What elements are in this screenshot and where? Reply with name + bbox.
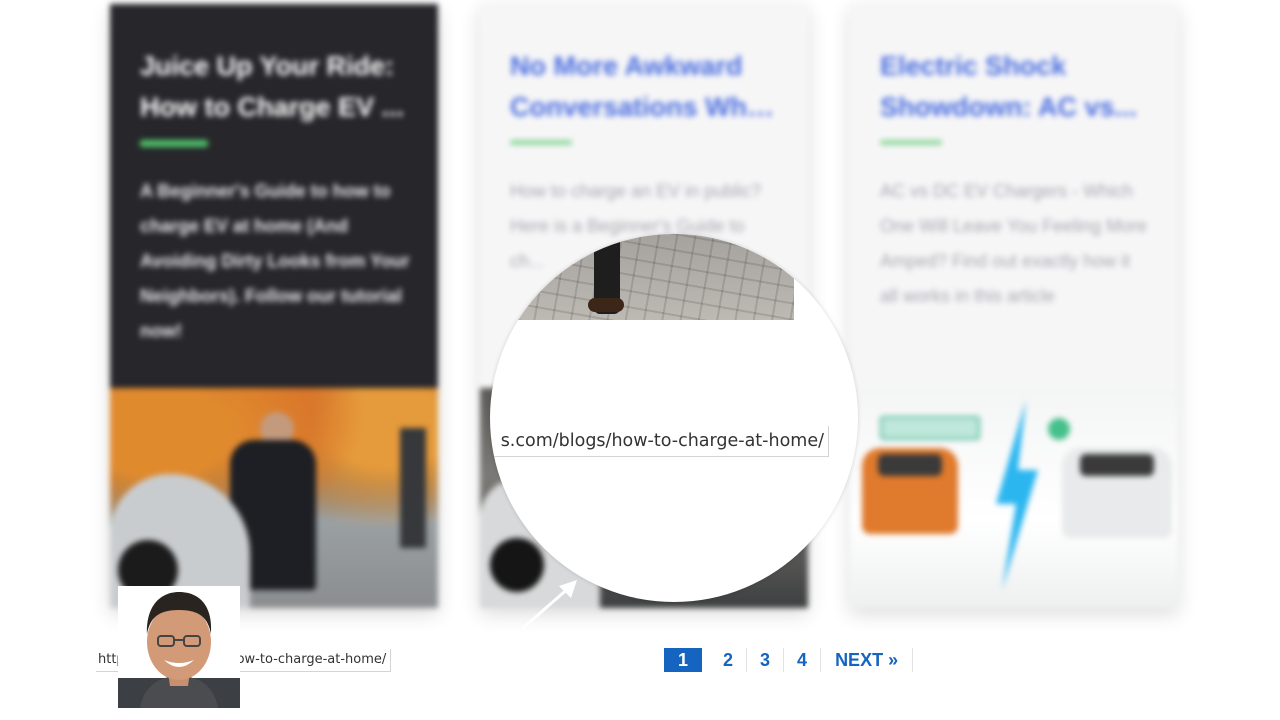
card-title-line-2: Showdown: AC vs...: [880, 92, 1138, 122]
card-title[interactable]: No More Awkward Conversations Whil...: [510, 46, 780, 128]
card-title-line-1: Juice Up Your Ride:: [140, 51, 395, 81]
page-link-1[interactable]: 1: [664, 648, 703, 672]
card-title-line-1: Electric Shock: [880, 51, 1067, 81]
zoom-magnifier-lens: s.com/blogs/how-to-charge-at-home/: [490, 234, 858, 602]
card-title-line-2: How to Charge EV ...: [140, 92, 405, 122]
charger-post-shape: [400, 428, 426, 548]
presenter-portrait: [118, 592, 240, 708]
screen: Juice Up Your Ride: How to Charge EV ...…: [0, 0, 1280, 720]
blog-card-ac-vs-dc[interactable]: Electric Shock Showdown: AC vs... AC vs …: [850, 4, 1178, 608]
magnified-pavement-photo: [512, 234, 794, 320]
card-title[interactable]: Electric Shock Showdown: AC vs...: [880, 46, 1150, 128]
page-link-4[interactable]: 4: [784, 648, 822, 672]
pagination: 1 2 3 4 NEXT »: [664, 648, 914, 672]
card-thumbnail-ac-dc-illustration[interactable]: [850, 388, 1178, 608]
title-accent-bar: [510, 140, 572, 145]
magnified-shoe-shape: [588, 298, 624, 312]
blog-card-ev-home[interactable]: Juice Up Your Ride: How to Charge EV ...…: [110, 4, 438, 608]
card-title-line-2: Conversations Whil...: [510, 92, 780, 122]
card-excerpt: AC vs DC EV Chargers - Which One Will Le…: [880, 181, 1148, 306]
title-accent-bar: [140, 140, 208, 147]
page-link-3[interactable]: 3: [747, 648, 785, 672]
next-page-link[interactable]: NEXT »: [821, 648, 914, 672]
card-title-line-1: No More Awkward: [510, 51, 743, 81]
car-windshield-shape: [1080, 454, 1154, 476]
card-title[interactable]: Juice Up Your Ride: How to Charge EV ...: [140, 46, 410, 128]
status-dot-shape: [1048, 418, 1070, 440]
car-windshield-shape: [878, 454, 942, 476]
magnified-status-url: s.com/blogs/how-to-charge-at-home/: [490, 426, 829, 457]
card-excerpt: A Beginner's Guide to how to charge EV a…: [140, 181, 410, 341]
presenter-webcam: [118, 586, 240, 708]
title-accent-bar: [880, 140, 942, 145]
arrow-up-right-icon: [521, 580, 577, 630]
page-link-2[interactable]: 2: [710, 648, 748, 672]
card-thumbnail-charging-photo[interactable]: [110, 388, 438, 608]
lightning-bolt-icon: [996, 400, 1038, 590]
battery-gauge-shape: [880, 416, 980, 440]
